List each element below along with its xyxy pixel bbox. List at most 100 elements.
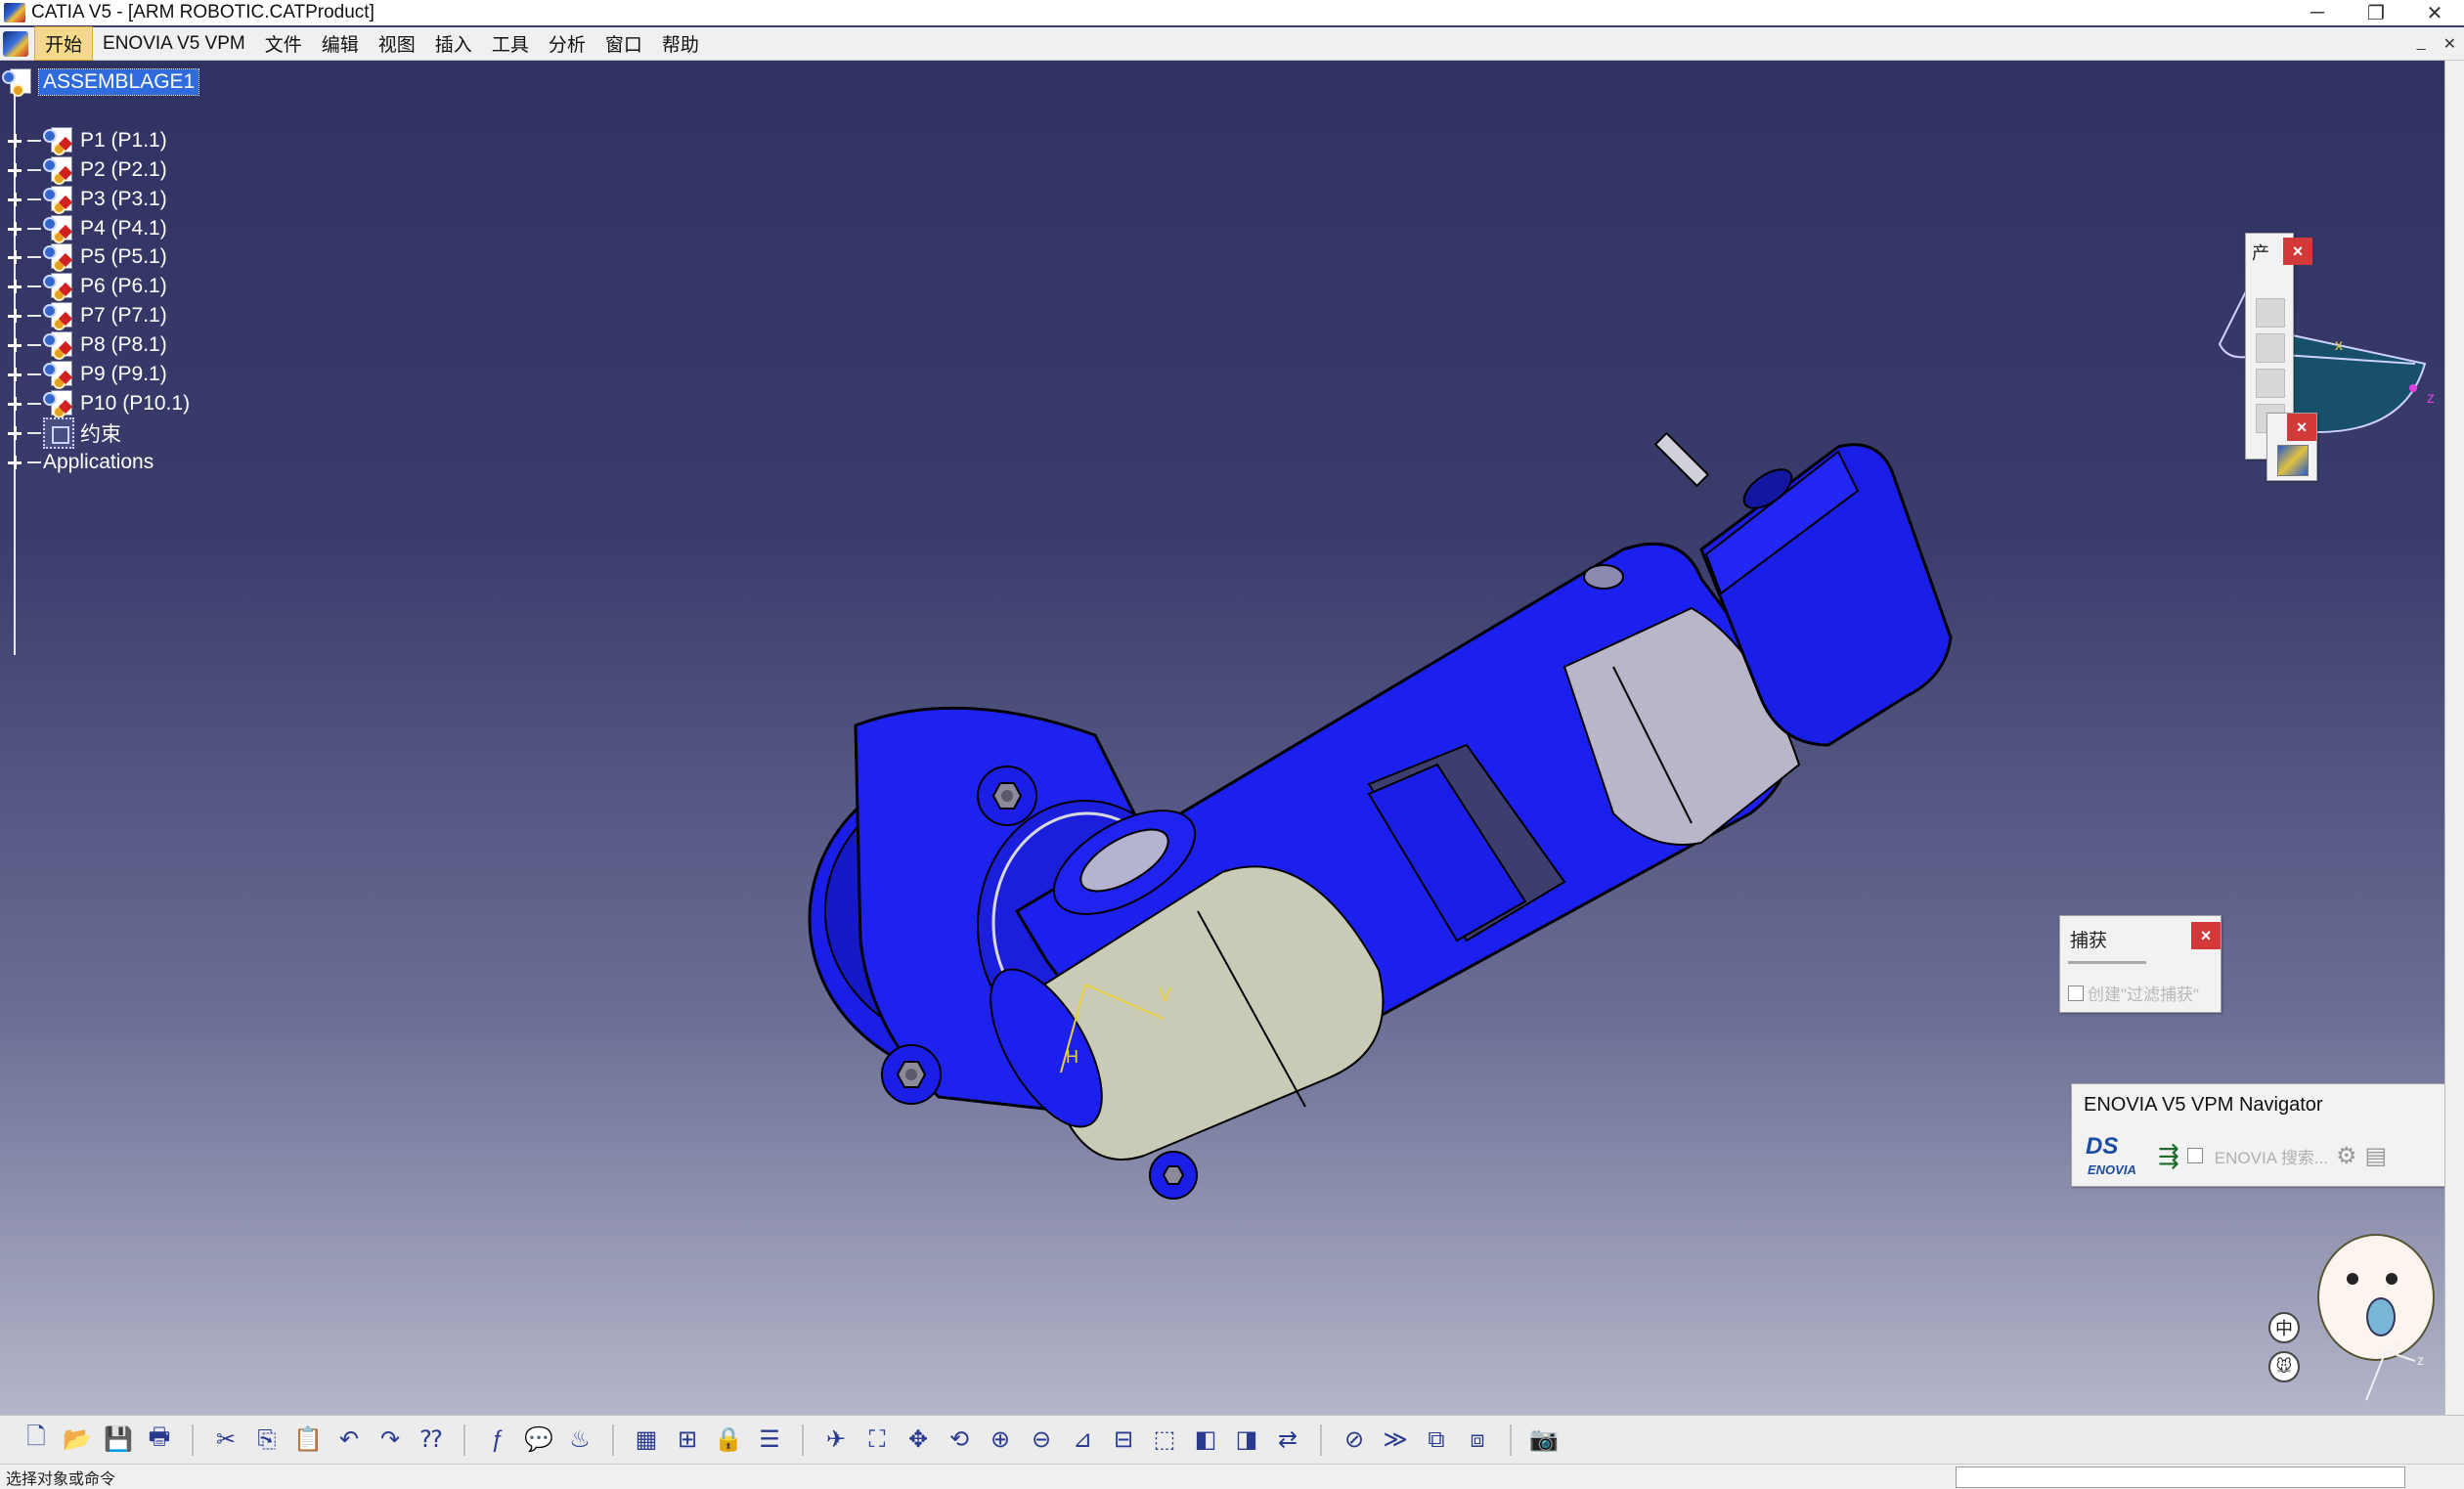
table-icon[interactable]: ▦ xyxy=(630,1423,663,1457)
menu-view[interactable]: 视图 xyxy=(369,27,425,60)
paste-view-icon[interactable]: ⧈ xyxy=(1461,1423,1494,1457)
menu-help[interactable]: 帮助 xyxy=(652,27,709,60)
end-pin xyxy=(1653,431,1710,488)
catalog-toolbar-panel: × xyxy=(2266,413,2317,481)
minimize-button[interactable]: ─ xyxy=(2288,0,2347,25)
capture-panel-title: 捕获 xyxy=(2070,931,2108,951)
tool-button[interactable] xyxy=(2256,298,2285,328)
enovia-panel-title: ENOVIA V5 VPM Navigator xyxy=(2084,1094,2323,1116)
fish-icon xyxy=(2366,1297,2396,1336)
capture-panel: 捕获 × 创建"过滤捕获" xyxy=(2059,915,2222,1013)
next-icon[interactable]: ≫ xyxy=(1379,1423,1412,1457)
iso-view-icon[interactable]: ⬚ xyxy=(1148,1423,1181,1457)
ime-mode-button[interactable]: 中 xyxy=(2268,1312,2300,1343)
menu-analysis[interactable]: 分析 xyxy=(539,27,595,60)
enovia-send-icon[interactable]: ⇶ xyxy=(2158,1141,2179,1171)
tool-button[interactable] xyxy=(2256,333,2285,363)
panel-title: 产 xyxy=(2252,243,2269,263)
menu-tools[interactable]: 工具 xyxy=(482,27,539,60)
menu-start[interactable]: 开始 xyxy=(34,26,94,61)
deactivate-icon[interactable]: ⊘ xyxy=(1338,1423,1371,1457)
print-icon[interactable]: 🖶 xyxy=(143,1423,176,1457)
menu-bar: 开始 ENOVIA V5 VPM 文件 编辑 视图 插入 工具 分析 窗口 帮助… xyxy=(0,26,2464,61)
catia-app-icon xyxy=(4,3,25,22)
fly-icon[interactable]: ✈ xyxy=(819,1423,853,1457)
formula-icon[interactable]: ƒ xyxy=(481,1423,514,1457)
enovia-search-label[interactable]: ENOVIA 搜索... xyxy=(2215,1144,2328,1168)
redo-icon[interactable]: ↷ xyxy=(374,1423,407,1457)
zoom-out-icon[interactable]: ⊖ xyxy=(1025,1423,1058,1457)
comment-icon[interactable]: 💬 xyxy=(522,1423,555,1457)
doc-minimize-button[interactable]: _ xyxy=(2417,34,2426,54)
open-icon[interactable]: 📂 xyxy=(61,1423,94,1457)
enovia-navigator-panel: ENOVIA V5 VPM Navigator DS ENOVIA ⇶ ENOV… xyxy=(2071,1083,2444,1187)
copy-icon[interactable]: ⎘ xyxy=(250,1423,284,1457)
filter-capture-label: 创建"过滤捕获" xyxy=(2088,985,2200,1004)
tree-icon[interactable]: ⊞ xyxy=(671,1423,704,1457)
fit-all-icon[interactable]: ⛶ xyxy=(860,1423,894,1457)
close-icon[interactable]: × xyxy=(2287,414,2316,441)
menu-window[interactable]: 窗口 xyxy=(595,27,652,60)
triad-z-label: z xyxy=(2417,1352,2424,1368)
light-icon[interactable]: ♨ xyxy=(563,1423,596,1457)
rotate-icon[interactable]: ⟲ xyxy=(943,1423,976,1457)
window-title: CATIA V5 - [ARM ROBOTIC.CATProduct] xyxy=(31,2,374,22)
catalog-icon[interactable] xyxy=(2277,445,2309,476)
ime-skin-button[interactable]: 🐭 xyxy=(2268,1351,2300,1382)
bottom-toolbar: 🗋 📂 💾 🖶 ✂ ⎘ 📋 ↶ ↷ ⁇ ƒ 💬 ♨ ▦ ⊞ 🔒 ☰ ✈ ⛶ ✥ ⟲ ⊕ ⊖ ⊿ ⊟ ⬚ ◧ ◨ ⇄ ⊘ ≫ ⧉ ⧈ 📷 xyxy=(0,1415,2464,1464)
command-input[interactable] xyxy=(1956,1466,2405,1488)
normal-view-icon[interactable]: ⊿ xyxy=(1066,1423,1099,1457)
cut-icon[interactable]: ✂ xyxy=(209,1423,242,1457)
triad-x-label: x xyxy=(2394,1336,2400,1352)
undo-icon[interactable]: ↶ xyxy=(332,1423,366,1457)
close-button[interactable]: ✕ xyxy=(2405,0,2464,25)
capture-icon[interactable]: 📷 xyxy=(1527,1423,1561,1457)
robot-arm-model[interactable]: V H xyxy=(0,61,2444,1415)
toolbar-separator xyxy=(1320,1423,1322,1456)
toolbar-separator xyxy=(802,1423,804,1456)
bolt-bottom xyxy=(881,1044,942,1105)
catia-logo-icon[interactable] xyxy=(3,30,28,57)
menu-enovia[interactable]: ENOVIA V5 VPM xyxy=(93,30,255,58)
3d-viewport[interactable]: ASSEMBLAGE1 P1 (P1.1) P2 (P2.1) P3 (P3.1… xyxy=(0,61,2444,1415)
enovia-list-icon[interactable]: ▤ xyxy=(2365,1142,2388,1170)
bolt-top xyxy=(977,766,1037,826)
status-bar: 选择对象或命令 xyxy=(0,1464,2464,1489)
zoom-in-icon[interactable]: ⊕ xyxy=(984,1423,1017,1457)
hide-show-icon[interactable]: ◨ xyxy=(1230,1423,1263,1457)
enovia-settings-icon[interactable]: ⚙ xyxy=(2336,1142,2357,1170)
filter-capture-checkbox[interactable] xyxy=(2068,985,2084,1001)
lock-icon[interactable]: 🔒 xyxy=(712,1423,745,1457)
save-icon[interactable]: 💾 xyxy=(102,1423,135,1457)
pan-icon[interactable]: ✥ xyxy=(902,1423,935,1457)
close-icon[interactable]: × xyxy=(2283,238,2312,265)
menu-insert[interactable]: 插入 xyxy=(425,27,482,60)
axis-triad: x z xyxy=(2365,1336,2424,1401)
properties-icon[interactable]: ☰ xyxy=(753,1423,786,1457)
title-bar: CATIA V5 - [ARM ROBOTIC.CATProduct] ─ ❐ … xyxy=(0,0,2464,25)
new-icon[interactable]: 🗋 xyxy=(20,1423,53,1457)
close-icon[interactable]: × xyxy=(2191,922,2221,949)
enovia-search-checkbox[interactable] xyxy=(2186,1148,2203,1163)
toolbar-separator xyxy=(192,1423,194,1456)
paste-icon[interactable]: 📋 xyxy=(291,1423,325,1457)
whats-this-icon[interactable]: ⁇ xyxy=(415,1423,448,1457)
enovia-logo-icon[interactable]: DS ENOVIA xyxy=(2082,1133,2150,1178)
compass-z-label: z xyxy=(2427,390,2435,407)
menu-edit[interactable]: 编辑 xyxy=(312,27,369,60)
tool-button[interactable] xyxy=(2256,369,2285,398)
shading-icon[interactable]: ◧ xyxy=(1189,1423,1222,1457)
menu-file[interactable]: 文件 xyxy=(255,27,312,60)
toolbar-separator xyxy=(612,1423,614,1456)
right-toolbar-strip xyxy=(2444,61,2464,1415)
swap-icon[interactable]: ⇄ xyxy=(1271,1423,1304,1457)
bolt-lower-right xyxy=(1149,1151,1198,1200)
axis-label-v: V xyxy=(1159,985,1172,1006)
doc-close-button[interactable]: ✕ xyxy=(2443,34,2456,54)
toolbar-separator xyxy=(463,1423,465,1456)
restore-button[interactable]: ❐ xyxy=(2347,0,2405,25)
filter-capture-option[interactable]: 创建"过滤捕获" xyxy=(2068,981,2199,1005)
multi-view-icon[interactable]: ⊟ xyxy=(1107,1423,1140,1457)
compass-x-label: x xyxy=(2335,337,2343,354)
copy-view-icon[interactable]: ⧉ xyxy=(1420,1423,1453,1457)
